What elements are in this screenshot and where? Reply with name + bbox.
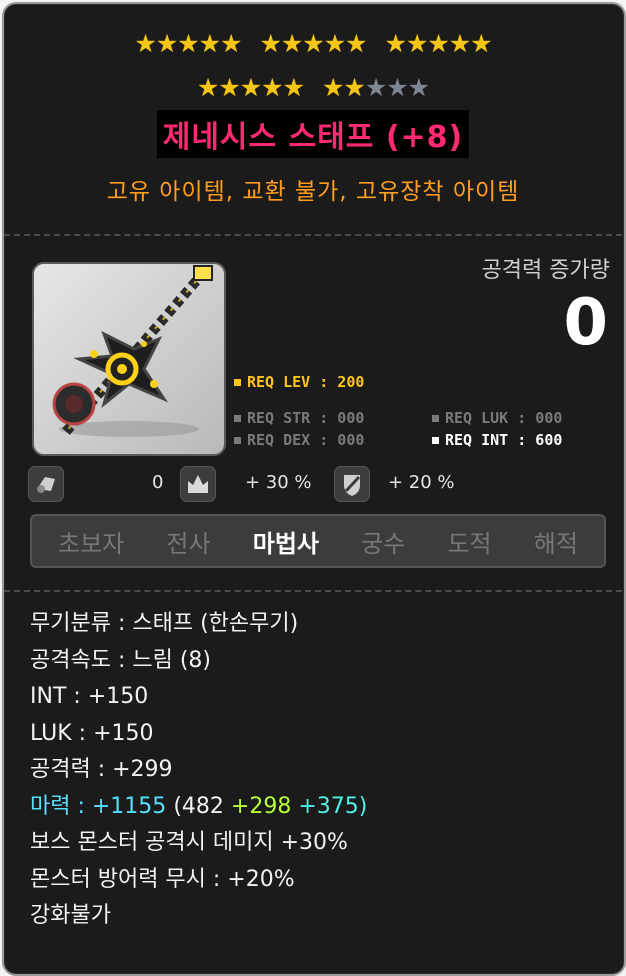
- upgrade-count: 0: [152, 472, 164, 493]
- job-magician: 마법사: [252, 529, 319, 558]
- magic-attack-bonus: +298: [230, 793, 292, 819]
- job-beginner: 초보자: [58, 529, 125, 558]
- item-icon: [32, 262, 226, 456]
- staff-icon: [52, 265, 213, 438]
- star-group: ★★★★★: [321, 73, 430, 102]
- stat-no-enhance: 강화불가: [30, 903, 111, 928]
- stat-magic-attack: 마력 : +1155 (482 +298 +375): [30, 789, 367, 826]
- divider: [4, 234, 622, 236]
- job-thief: 도적: [447, 529, 492, 558]
- job-warrior: 전사: [166, 529, 211, 558]
- magic-attack-total: 마력 : +1155: [30, 793, 167, 819]
- attack-increase-label: 공격력 증가량: [481, 258, 610, 283]
- star-group: ★★★★★: [384, 29, 493, 58]
- job-pirate: 해적: [533, 529, 578, 558]
- stat-attack: 공격력 : +299: [30, 757, 173, 782]
- ignore-def-icon: [334, 466, 370, 502]
- ignore-def-value: + 20 %: [388, 472, 455, 493]
- divider: [4, 590, 622, 592]
- item-tags: 고유 아이템, 교환 불가, 고유장착 아이템: [106, 179, 520, 205]
- req-luk: REQ LUK : 000: [432, 409, 562, 427]
- req-str: REQ STR : 000: [234, 409, 364, 427]
- stat-boss-damage: 보스 몬스터 공격시 데미지 +30%: [30, 830, 348, 855]
- upgrade-icon: [28, 466, 64, 502]
- req-dex: REQ DEX : 000: [234, 431, 364, 449]
- star-group: ★★★★★: [196, 73, 305, 102]
- star-force-row-2: ★★★★★ ★★★★★: [0, 74, 626, 102]
- attack-increase-value: 0: [563, 286, 608, 360]
- star-force-row-1: ★★★★★ ★★★★★ ★★★★★: [0, 30, 626, 58]
- item-name: 제네시스 스태프 (+8): [156, 110, 470, 158]
- star-group: ★★★★★: [259, 29, 367, 58]
- boss-damage-value: + 30 %: [245, 472, 312, 493]
- stat-attack-speed: 공격속도 : 느림 (8): [30, 647, 211, 673]
- job-requirement-bar: 초보자 전사 마법사 궁수 도적 해적: [30, 514, 606, 568]
- boss-damage-icon: [180, 466, 216, 502]
- job-archer: 궁수: [361, 529, 406, 558]
- stat-luk: LUK : +150: [30, 720, 154, 746]
- magic-attack-base: (482: [173, 793, 224, 819]
- req-int: REQ INT : 600: [432, 431, 562, 449]
- req-level: REQ LEV : 200: [234, 373, 364, 391]
- stat-int: INT : +150: [30, 684, 149, 709]
- magic-attack-starforce: +375): [298, 793, 368, 819]
- star-group: ★★★★★: [134, 29, 242, 58]
- item-stats: 무기분류 : 스태프 (한손무기) 공격속도 : 느림 (8) INT : +1…: [30, 606, 367, 935]
- stat-weapon-type: 무기분류 : 스태프 (한손무기): [30, 611, 299, 636]
- stat-ignore-def: 몬스터 방어력 무시 : +20%: [30, 866, 295, 892]
